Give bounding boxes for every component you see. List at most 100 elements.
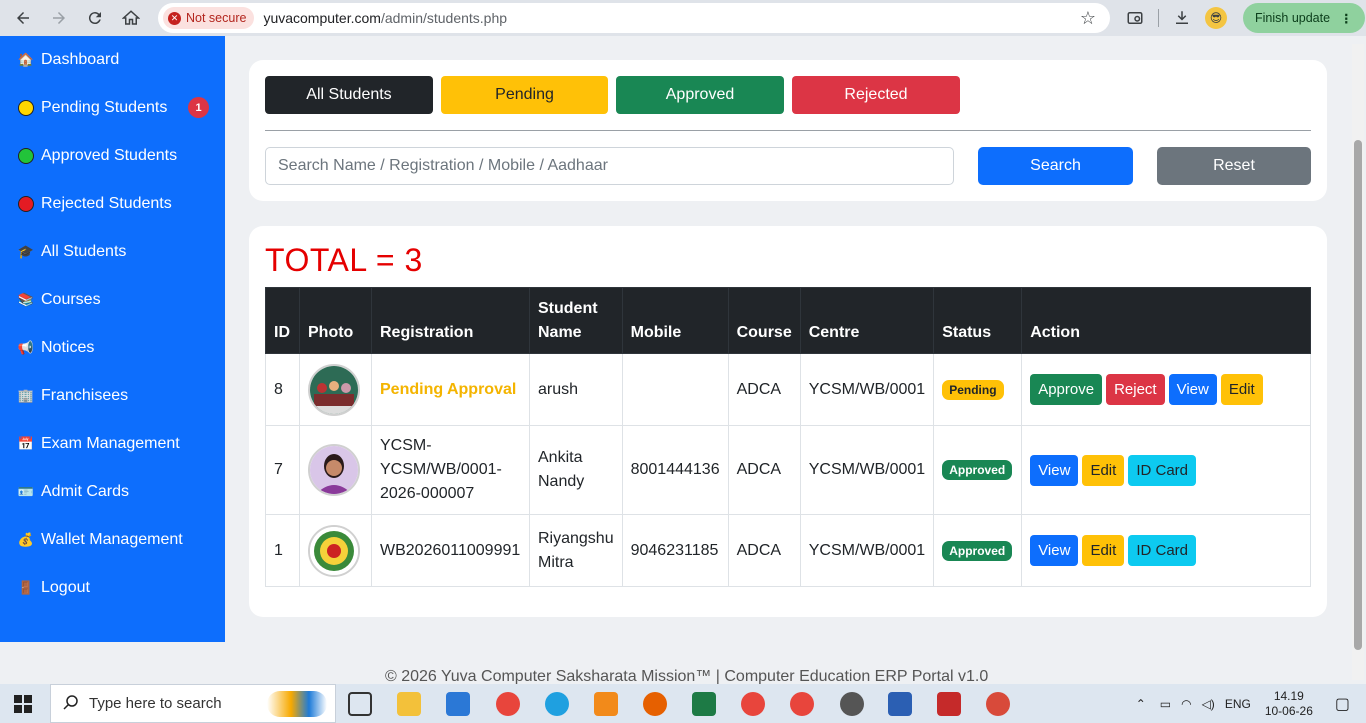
total-count: TOTAL = 3 [265, 242, 423, 278]
sidebar-item-exam-management[interactable]: 📅 Exam Management [0, 429, 225, 459]
sidebar-item-admit-cards[interactable]: 🪪 Admit Cards [0, 477, 225, 507]
snipping-tool-icon[interactable] [986, 692, 1010, 716]
approve-button[interactable]: Approve [1030, 374, 1103, 405]
building-icon: 🏢 [17, 388, 35, 403]
red-circle-icon [17, 195, 35, 213]
cell-centre: YCSM/WB/0001 [799, 514, 935, 587]
scrollbar-thumb[interactable] [1354, 140, 1362, 650]
address-bar[interactable]: ✕ Not secure yuvacomputer.com/admin/stud… [158, 3, 1110, 33]
table-row: 7 YCSM-YCSM/WB/0001-2026-000007 Ankita N… [265, 425, 1311, 515]
column-header: Centre [799, 287, 935, 354]
table-row: 1 WB2026011009991 Riyangshu Mitra 904623… [265, 514, 1311, 587]
volume-icon[interactable]: ◁) [1202, 697, 1215, 711]
url-text: yuvacomputer.com/admin/students.php [263, 10, 508, 26]
edit-button[interactable]: Edit [1082, 454, 1125, 486]
sidebar-item-wallet-management[interactable]: 💰 Wallet Management [0, 525, 225, 555]
cell-status: Pending [933, 353, 1023, 426]
filter-approved-button[interactable]: Approved [616, 76, 784, 114]
home-button[interactable] [113, 0, 149, 36]
bookmark-star-icon[interactable]: ☆ [1080, 8, 1096, 29]
profile-avatar[interactable]: 😎 [1199, 0, 1233, 36]
sidebar-item-dashboard[interactable]: 🏠 Dashboard [0, 45, 225, 75]
column-header: ID [265, 287, 300, 354]
sidebar-item-all-students[interactable]: 🎓 All Students [0, 237, 225, 267]
sidebar-item-franchisees[interactable]: 🏢 Franchisees [0, 381, 225, 411]
search-highlight-icon [267, 691, 327, 717]
sidebar-item-approved-students[interactable]: Approved Students [0, 141, 225, 171]
word-icon[interactable] [888, 692, 912, 716]
view-button[interactable]: View [1030, 454, 1079, 486]
wifi-icon[interactable]: ◠ [1181, 697, 1191, 711]
sidebar: 🏠 Dashboard Pending Students 1 Approved … [0, 36, 225, 642]
firefox-icon[interactable] [643, 692, 667, 716]
reject-button[interactable]: Reject [1106, 374, 1165, 405]
filter-rejected-button[interactable]: Rejected [792, 76, 960, 114]
edit-button[interactable]: Edit [1220, 374, 1263, 405]
security-label: Not secure [186, 11, 247, 25]
pdf-reader-icon[interactable] [937, 692, 961, 716]
filter-pending-button[interactable]: Pending [441, 76, 608, 114]
megaphone-icon: 📢 [17, 340, 35, 355]
taskbar-search-box[interactable]: Type here to search [50, 684, 336, 723]
divider [265, 130, 1311, 131]
chrome-profile-icon[interactable] [741, 692, 765, 716]
chrome-profile-2-icon[interactable] [790, 692, 814, 716]
view-button[interactable]: View [1030, 535, 1079, 566]
filter-all-students-button[interactable]: All Students [265, 76, 433, 114]
students-table: ID Photo Registration Student Name Mobil… [265, 287, 1311, 587]
excel-icon[interactable] [692, 692, 716, 716]
sidebar-item-courses[interactable]: 📚 Courses [0, 285, 225, 315]
cell-centre: YCSM/WB/0001 [799, 353, 935, 426]
windows-start-icon[interactable] [14, 695, 32, 713]
cell-actions: Approve Reject View Edit [1021, 353, 1311, 426]
battery-icon[interactable]: ▭ [1160, 697, 1171, 711]
task-view-icon[interactable] [348, 692, 372, 716]
home-icon [122, 10, 140, 25]
vlc-icon[interactable] [594, 692, 618, 716]
arrow-left-icon [17, 12, 29, 24]
windows-taskbar: Type here to search ⌃ ▭ ◠ ◁) ENG 14.19 1… [0, 684, 1366, 723]
sidebar-item-rejected-students[interactable]: Rejected Students [0, 189, 225, 219]
reload-button[interactable] [77, 0, 113, 36]
column-header: Student Name [529, 287, 623, 354]
forward-button[interactable] [41, 0, 77, 36]
cell-actions: View Edit ID Card [1021, 425, 1311, 515]
security-chip[interactable]: ✕ Not secure [163, 7, 255, 29]
id-card-button[interactable]: ID Card [1128, 535, 1196, 566]
status-badge: Approved [942, 540, 1013, 561]
sidebar-item-pending-students[interactable]: Pending Students 1 [0, 93, 225, 123]
search-tab-icon[interactable] [1118, 0, 1152, 36]
file-explorer-icon[interactable] [397, 692, 421, 716]
settings-gear-icon[interactable] [840, 692, 864, 716]
finish-update-button[interactable]: Finish update ⋮ [1243, 3, 1365, 33]
chevron-up-icon[interactable]: ⌃ [1136, 697, 1146, 711]
id-card-button[interactable]: ID Card [1128, 454, 1196, 486]
search-button[interactable]: Search [978, 147, 1133, 185]
student-photo [308, 363, 360, 416]
cell-name: arush [529, 353, 623, 426]
sidebar-item-notices[interactable]: 📢 Notices [0, 333, 225, 363]
download-icon[interactable] [1165, 0, 1199, 36]
back-button[interactable] [5, 0, 41, 36]
language-indicator[interactable]: ENG [1225, 697, 1251, 711]
cell-mobile: 9046231185 [621, 514, 729, 587]
student-photo [308, 524, 360, 577]
notification-icon[interactable]: ▢ [1335, 694, 1350, 714]
clock[interactable]: 14.19 10-06-26 [1265, 689, 1313, 719]
reset-button[interactable]: Reset [1157, 147, 1311, 185]
house-icon: 🏠 [17, 52, 35, 67]
cell-photo [299, 514, 372, 587]
sidebar-item-logout[interactable]: 🚪 Logout [0, 573, 225, 603]
column-header: Registration [371, 287, 530, 354]
view-button[interactable]: View [1168, 374, 1217, 405]
status-badge: Approved [942, 460, 1013, 480]
chrome-icon[interactable] [496, 692, 520, 716]
cell-photo [299, 425, 372, 515]
edge-icon[interactable] [545, 692, 569, 716]
taskbar-search-placeholder: Type here to search [89, 695, 222, 712]
search-input[interactable]: Search Name / Registration / Mobile / Aa… [265, 147, 954, 185]
page-scrollbar[interactable] [1352, 44, 1364, 680]
store-icon[interactable] [446, 692, 470, 716]
status-badge: Pending [942, 379, 1004, 400]
edit-button[interactable]: Edit [1082, 535, 1125, 566]
